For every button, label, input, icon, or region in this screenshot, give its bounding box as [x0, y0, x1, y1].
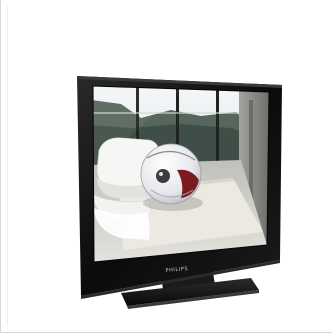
screen-robot: [140, 143, 203, 211]
robot-eye: [156, 169, 170, 183]
window-mullion-right: [216, 90, 219, 168]
robot-eye-glint: [159, 172, 163, 176]
tv-screen: [93, 86, 269, 262]
tv-illustration: PHILIPS: [77, 76, 282, 309]
product-image-frame: PHILIPS: [0, 0, 332, 333]
